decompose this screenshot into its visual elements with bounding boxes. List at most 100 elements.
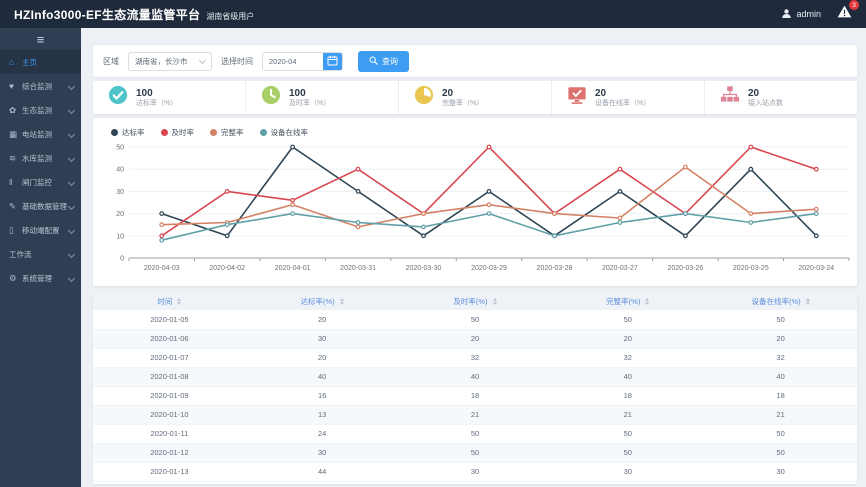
svg-text:2020-03-31: 2020-03-31 bbox=[340, 265, 376, 272]
chevron-down-icon bbox=[67, 250, 76, 258]
sidebar-item-1[interactable]: ♥ 综合监测 bbox=[0, 74, 81, 98]
table-cell: 20 bbox=[245, 348, 399, 368]
table-cell: 2020-01-06 bbox=[93, 329, 246, 349]
region-select-value: 湖南省，长沙市 bbox=[135, 56, 188, 66]
table-cell: 30 bbox=[245, 443, 399, 463]
stats-bar: 100 达标率（%） 100 及时率（%） 20 完整率（%） 20 设备在线率… bbox=[93, 81, 857, 114]
sidebar-item-label: 电站监测 bbox=[22, 129, 52, 139]
table-cell: 2020-01-11 bbox=[93, 424, 246, 444]
time-label: 选择时间 bbox=[221, 56, 253, 66]
stat-value: 20 bbox=[748, 87, 760, 99]
column-header-2[interactable]: 及时率(%) bbox=[398, 292, 552, 310]
reservoir-icon: ≋ bbox=[9, 152, 17, 163]
table-cell: 44 bbox=[245, 462, 399, 482]
calendar-icon bbox=[327, 54, 338, 69]
sort-icon bbox=[645, 298, 650, 306]
sidebar-item-0[interactable]: ⌂ 主页 bbox=[0, 50, 81, 74]
legend-item-1[interactable]: 及时率 bbox=[160, 127, 194, 138]
table-cell: 21 bbox=[398, 405, 552, 425]
stat-2: 20 完整率（%） bbox=[398, 81, 551, 114]
svg-text:2020-03-26: 2020-03-26 bbox=[667, 265, 703, 272]
column-header-label: 达标率(%) bbox=[300, 296, 335, 306]
column-header-label: 完整率(%) bbox=[606, 296, 641, 306]
table-row-3: 2020-01-08 40 40 40 40 bbox=[93, 367, 857, 387]
stat-label: 设备在线率（%） bbox=[595, 99, 651, 107]
table-cell: 50 bbox=[551, 310, 705, 330]
stat-value: 20 bbox=[595, 87, 607, 99]
table-cell: 2020-01-12 bbox=[93, 443, 246, 463]
legend-item-0[interactable]: 达标率 bbox=[111, 127, 145, 138]
check-circle-icon bbox=[108, 85, 128, 110]
user-menu[interactable]: admin bbox=[781, 8, 821, 21]
stat-3: 20 设备在线率（%） bbox=[551, 81, 704, 114]
sidebar-item-8[interactable]: 工作流 bbox=[0, 242, 81, 266]
search-button[interactable]: 查询 bbox=[358, 50, 409, 72]
legend-item-3[interactable]: 设备在线率 bbox=[259, 127, 308, 138]
legend-label: 完整率 bbox=[221, 128, 244, 137]
svg-text:2020-03-24: 2020-03-24 bbox=[798, 265, 834, 272]
sort-icon bbox=[339, 298, 344, 306]
sidebar-item-4[interactable]: ≋ 水库监测 bbox=[0, 146, 81, 170]
time-picker[interactable]: 2020-04 bbox=[262, 51, 343, 71]
table-cell: 20 bbox=[551, 329, 705, 349]
sidebar-item-9[interactable]: ⚙ 系统管理 bbox=[0, 266, 81, 290]
stat-4: 20 接入站点数 bbox=[704, 81, 857, 114]
stat-text: 100 及时率（%） bbox=[289, 88, 330, 108]
stat-text: 20 完整率（%） bbox=[442, 88, 483, 108]
table-row-8: 2020-01-13 44 30 30 30 bbox=[93, 462, 857, 482]
table-cell: 50 bbox=[704, 310, 857, 330]
sidebar: ≡ ⌂ 主页 ♥ 综合监测 ✿ 生态监测 ▦ 电站监测 ≋ 水库监测 ‖ 闸门监控 ✎ 基础数据管理 ▯ 移动… bbox=[0, 28, 81, 487]
sidebar-item-3[interactable]: ▦ 电站监测 bbox=[0, 122, 81, 146]
svg-text:2020-03-28: 2020-03-28 bbox=[537, 265, 573, 272]
chart-canvas: 0 10 20 30 40 50 2020-04-03 2020-04-02 2020-04-0… bbox=[116, 145, 850, 272]
table-cell: 20 bbox=[704, 329, 857, 349]
table-cell: 18 bbox=[398, 386, 552, 406]
column-header-0[interactable]: 时间 bbox=[93, 292, 246, 310]
region-select[interactable]: 湖南省，长沙市 bbox=[128, 51, 212, 71]
stat-value: 100 bbox=[136, 87, 153, 99]
username: admin bbox=[796, 9, 821, 19]
svg-text:2020-04-03: 2020-04-03 bbox=[144, 265, 180, 272]
column-header-1[interactable]: 达标率(%) bbox=[245, 292, 399, 310]
svg-text:2020-04-01: 2020-04-01 bbox=[275, 265, 311, 272]
table-cell: 20 bbox=[398, 329, 552, 349]
column-header-4[interactable]: 设备在线率(%) bbox=[704, 292, 857, 310]
stat-1: 100 及时率（%） bbox=[245, 81, 398, 114]
sidebar-item-5[interactable]: ‖ 闸门监控 bbox=[0, 170, 81, 194]
table-cell: 16 bbox=[245, 386, 399, 406]
sidebar-item-2[interactable]: ✿ 生态监测 bbox=[0, 98, 81, 122]
sidebar-item-label: 移动端配置 bbox=[22, 225, 60, 235]
calendar-button[interactable] bbox=[323, 52, 342, 70]
table-cell: 18 bbox=[551, 386, 705, 406]
column-header-label: 时间 bbox=[157, 296, 173, 306]
menu-toggle-button[interactable]: ≡ bbox=[0, 28, 81, 50]
svg-text:20: 20 bbox=[116, 211, 124, 218]
table-row-7: 2020-01-12 30 50 50 50 bbox=[93, 443, 857, 463]
table-cell: 50 bbox=[704, 443, 857, 463]
svg-text:2020-03-30: 2020-03-30 bbox=[406, 265, 442, 272]
table-cell: 21 bbox=[704, 405, 857, 425]
sidebar-item-label: 综合监测 bbox=[22, 81, 52, 91]
table-cell: 30 bbox=[551, 462, 705, 482]
app-header: HZInfo3000-EF生态流量监管平台 湖南省级用户 admin 3 bbox=[0, 0, 866, 28]
stat-value: 100 bbox=[289, 87, 306, 99]
sidebar-item-6[interactable]: ✎ 基础数据管理 bbox=[0, 194, 81, 218]
table-body: 2020-01-05 20 50 50 50 2020-01-06 30 20 20 20 2020… bbox=[93, 310, 857, 482]
notifications-button[interactable]: 3 bbox=[837, 0, 859, 23]
sort-icon bbox=[805, 298, 810, 306]
gate-icon: ‖ bbox=[9, 177, 13, 187]
table-cell: 32 bbox=[704, 348, 857, 368]
table-row-6: 2020-01-11 24 50 50 50 bbox=[93, 424, 857, 444]
eco-icon: ✿ bbox=[9, 104, 17, 115]
table-row-2: 2020-01-07 20 32 32 32 bbox=[93, 348, 857, 368]
sidebar-item-7[interactable]: ▯ 移动端配置 bbox=[0, 218, 81, 242]
chevron-down-icon bbox=[67, 202, 76, 210]
table-cell: 2020-01-05 bbox=[93, 310, 246, 330]
legend-item-2[interactable]: 完整率 bbox=[210, 127, 244, 138]
chevron-down-icon bbox=[67, 130, 76, 138]
column-header-3[interactable]: 完整率(%) bbox=[551, 292, 705, 310]
chevron-down-icon bbox=[67, 178, 76, 186]
svg-text:10: 10 bbox=[116, 233, 124, 240]
search-icon bbox=[369, 56, 378, 67]
stat-label: 及时率（%） bbox=[289, 99, 331, 107]
